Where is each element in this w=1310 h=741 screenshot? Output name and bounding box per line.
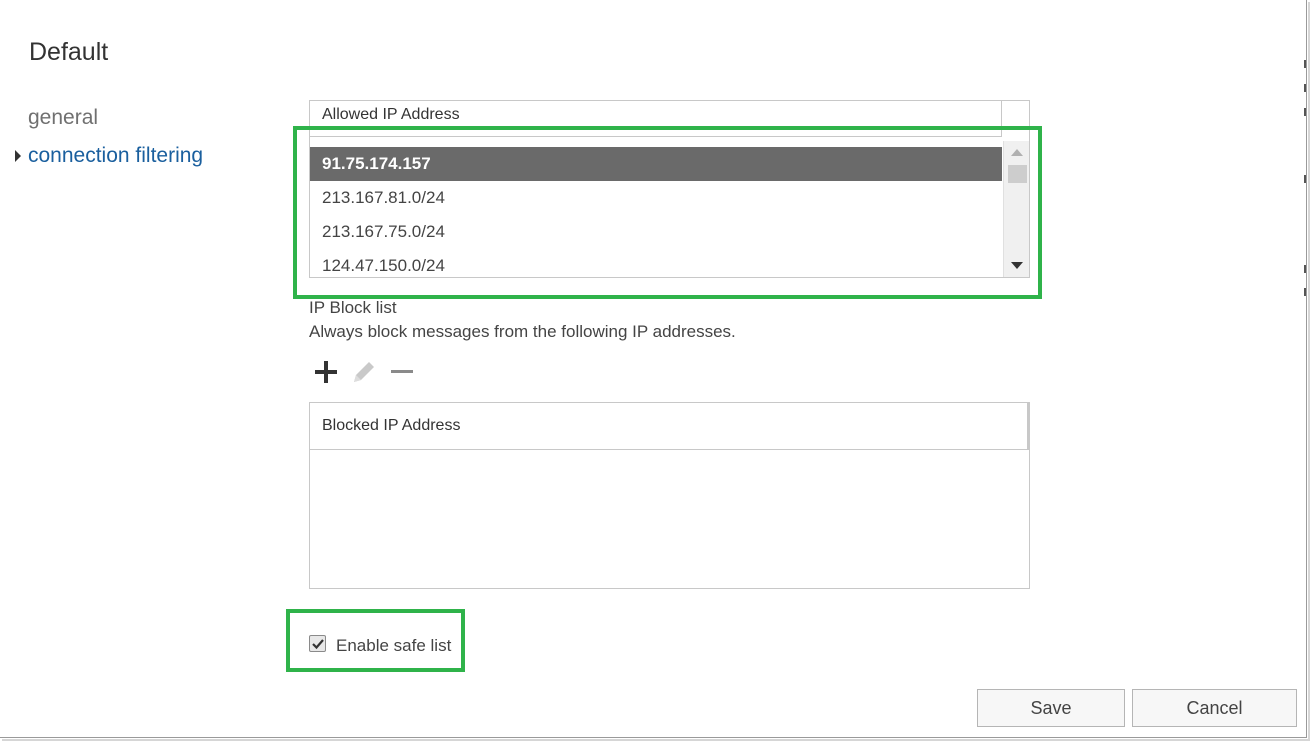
checkmark-icon [312,639,324,650]
block-list-title: IP Block list [309,298,397,317]
cancel-button[interactable]: Cancel [1132,689,1297,727]
scroll-thumb[interactable] [1008,165,1027,183]
list-item[interactable]: 91.75.174.157 [310,147,1002,181]
plus-icon[interactable] [312,358,340,386]
background-window-fragment [1302,84,1308,92]
blocked-ip-list: Blocked IP Address [309,402,1030,589]
nav-item-connection-filtering[interactable]: connection filtering [28,144,203,168]
column-divider [1027,403,1029,450]
pencil-icon[interactable] [350,358,378,386]
background-window-fragment [1302,288,1308,296]
active-nav-arrow-icon [15,150,21,162]
enable-safe-list-checkbox[interactable] [309,635,326,652]
background-window-fragment [1302,175,1308,183]
page-title: Default [29,38,109,66]
allowed-list-scrollbar[interactable] [1003,141,1029,277]
nav-item-general[interactable]: general [28,106,98,130]
minus-icon[interactable] [388,358,416,386]
scroll-down-arrow-icon[interactable] [1011,262,1023,269]
background-window-fragment [1302,265,1308,273]
list-item[interactable]: 213.167.81.0/24 [310,181,1002,215]
scroll-up-arrow-icon[interactable] [1011,149,1023,156]
allowed-ip-column-header[interactable]: Allowed IP Address [310,101,1002,137]
allowed-ip-header-label: Allowed IP Address [322,106,460,123]
block-list-description: Always block messages from the following… [309,322,736,341]
list-item[interactable]: 124.47.150.0/24 [310,249,1002,277]
allowed-ip-list: Allowed IP Address 91.75.174.157 213.167… [309,100,1030,278]
background-window-fragment [1302,60,1308,68]
allowed-ip-rows: 91.75.174.157 213.167.81.0/24 213.167.75… [310,147,1002,277]
blocked-ip-column-header[interactable]: Blocked IP Address [310,403,1029,450]
background-window-fragment [1302,108,1308,116]
enable-safe-list-label[interactable]: Enable safe list [336,636,451,656]
list-item[interactable]: 213.167.75.0/24 [310,215,1002,249]
save-button[interactable]: Save [977,689,1125,727]
blocked-ip-header-label: Blocked IP Address [322,417,461,434]
